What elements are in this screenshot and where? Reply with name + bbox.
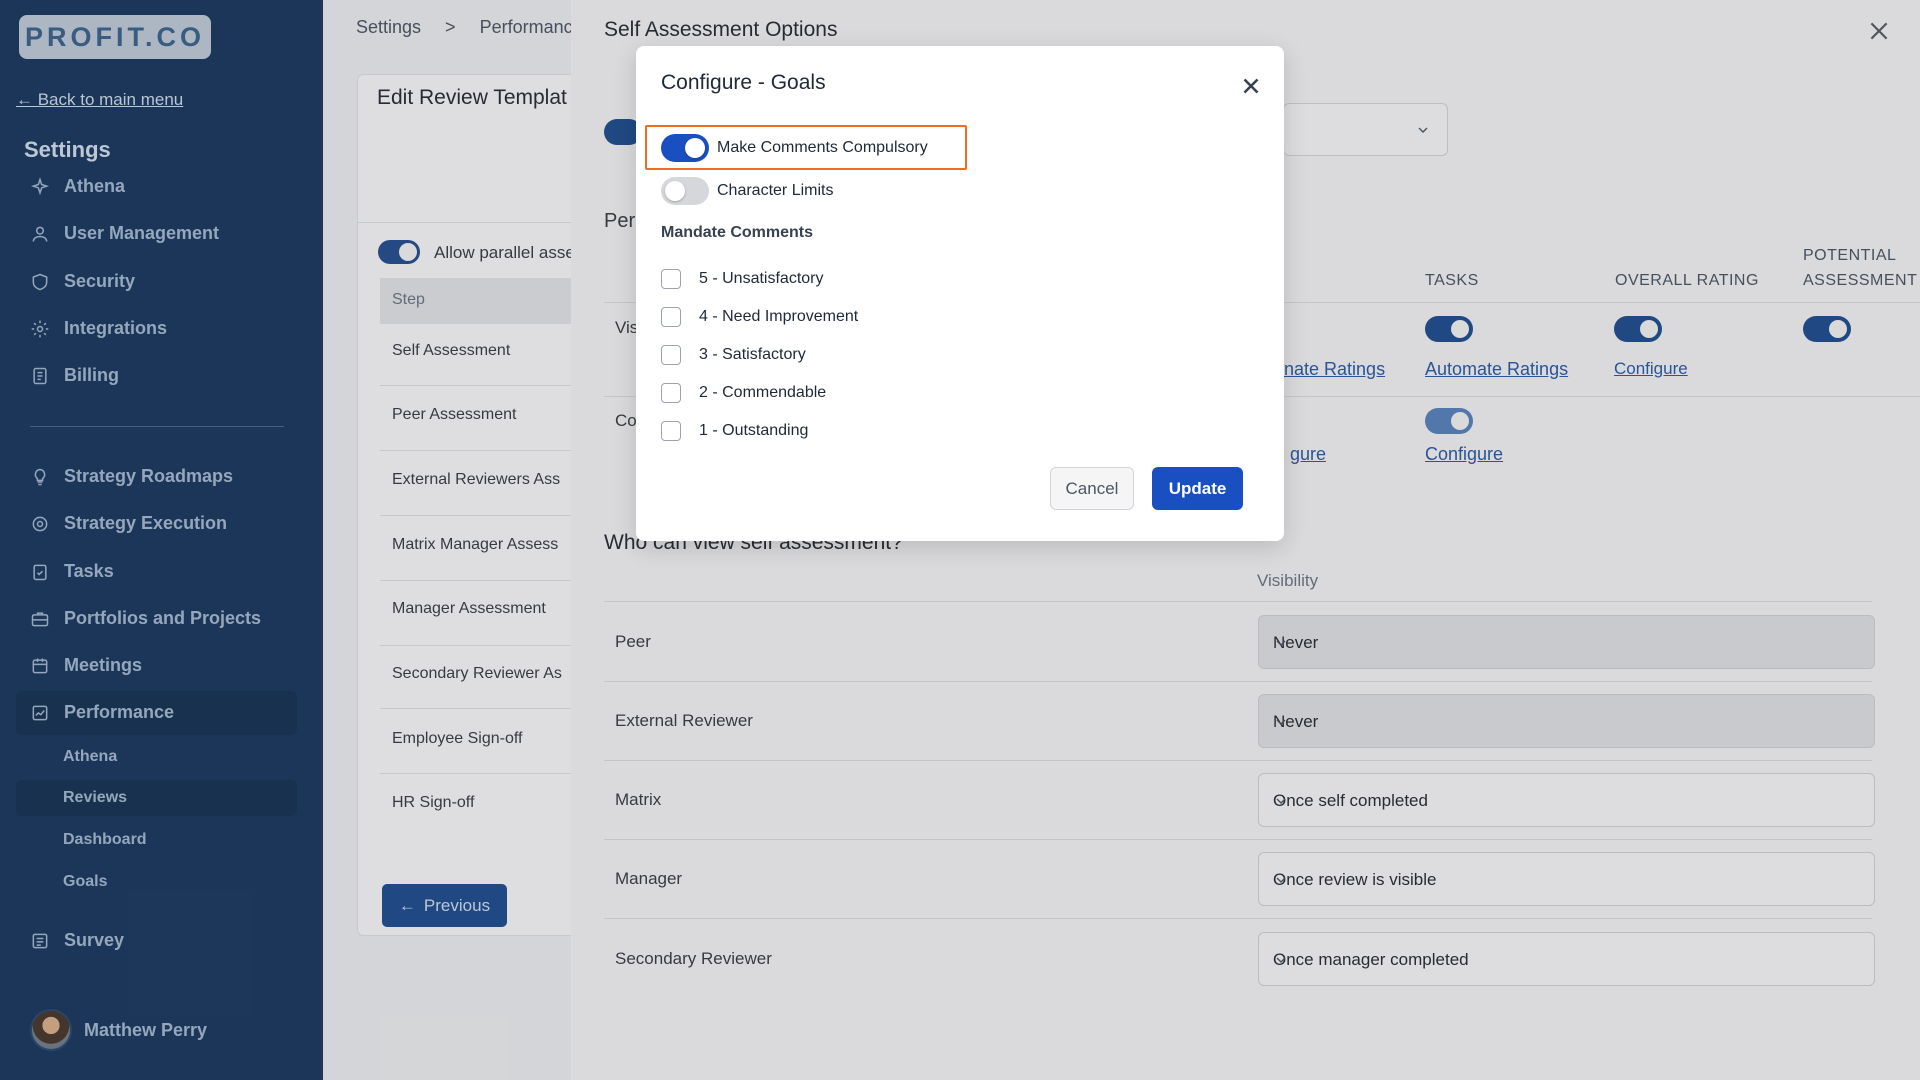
rating-4-checkbox[interactable] <box>661 307 681 327</box>
rating-3-label: 3 - Satisfactory <box>699 346 806 363</box>
rating-5-label: 5 - Unsatisfactory <box>699 270 824 287</box>
mandate-comments-heading: Mandate Comments <box>661 224 814 241</box>
cancel-button[interactable]: Cancel <box>1050 467 1134 510</box>
toggle-knob <box>685 138 705 158</box>
rating-5-checkbox[interactable] <box>661 269 681 289</box>
rating-1-checkbox[interactable] <box>661 421 681 441</box>
configure-goals-modal: Configure - Goals Make Comments Compulso… <box>636 46 1284 541</box>
modal-close-icon[interactable] <box>1238 73 1264 99</box>
make-comments-compulsory-label: Make Comments Compulsory <box>717 139 928 156</box>
character-limits-label: Character Limits <box>717 182 834 199</box>
rating-2-label: 2 - Commendable <box>699 384 827 401</box>
update-button[interactable]: Update <box>1152 467 1243 510</box>
rating-2-checkbox[interactable] <box>661 383 681 403</box>
make-comments-compulsory-toggle[interactable] <box>661 134 709 162</box>
rating-1-label: 1 - Outstanding <box>699 422 809 439</box>
modal-title: Configure - Goals <box>661 71 826 94</box>
character-limits-toggle[interactable] <box>661 177 709 205</box>
rating-4-label: 4 - Need Improvement <box>699 308 859 325</box>
rating-3-checkbox[interactable] <box>661 345 681 365</box>
toggle-knob <box>665 181 685 201</box>
